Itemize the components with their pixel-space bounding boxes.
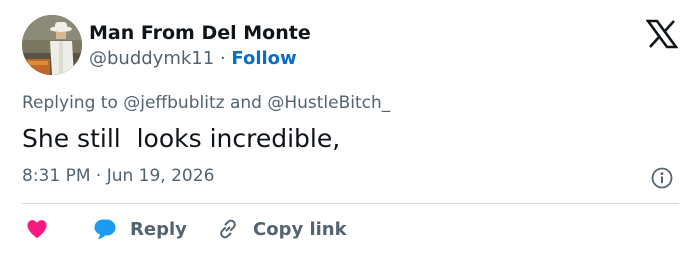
divider (22, 203, 679, 204)
tweet-text: She still looks incredible, (22, 124, 341, 153)
like-button[interactable] (26, 216, 48, 242)
info-icon[interactable] (651, 167, 673, 189)
tweet-timestamp[interactable]: 8:31 PM · Jun 19, 2026 (22, 166, 214, 186)
speech-bubble-icon (94, 219, 116, 240)
copy-link-label: Copy link (253, 218, 347, 240)
avatar[interactable] (22, 15, 82, 75)
mention-link[interactable]: @jeffbublitz (123, 93, 224, 113)
reply-button[interactable]: Reply (93, 216, 187, 242)
heart-icon (27, 220, 47, 239)
author-name[interactable]: Man From Del Monte (89, 22, 311, 44)
author-handle-line: @buddymk11 · Follow (89, 48, 297, 69)
reply-context-joiner: and (229, 93, 262, 113)
follow-button[interactable]: Follow (231, 48, 296, 69)
copy-link-button[interactable]: Copy link (216, 216, 347, 242)
separator-dot: · (219, 48, 226, 69)
reply-context-prefix: Replying to (22, 93, 118, 113)
link-icon (220, 219, 236, 239)
reply-label: Reply (130, 218, 187, 240)
x-logo-icon[interactable] (645, 19, 679, 49)
mention-link[interactable]: @HustleBitch_ (267, 93, 390, 113)
author-handle[interactable]: @buddymk11 (89, 48, 214, 69)
avatar-image (22, 15, 82, 75)
reply-context: Replying to @jeffbublitz and @HustleBitc… (22, 93, 390, 113)
